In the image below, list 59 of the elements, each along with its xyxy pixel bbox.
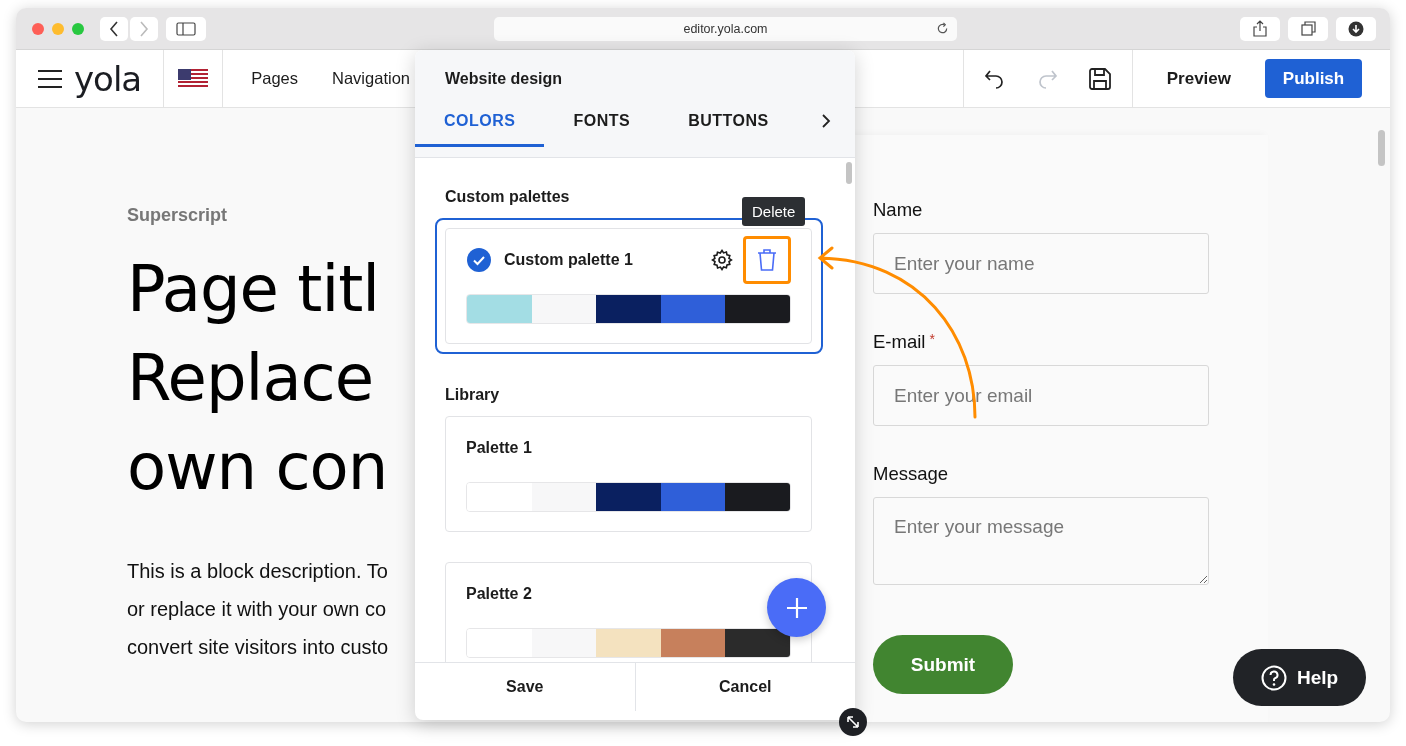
palette-card[interactable]: Custom palette 1 xyxy=(445,228,812,344)
nav-link[interactable]: Pages xyxy=(251,69,298,88)
chevron-right-icon[interactable] xyxy=(821,114,831,128)
help-icon xyxy=(1260,664,1287,691)
help-button[interactable]: Help xyxy=(1233,649,1366,706)
description-text: This is a block description. To xyxy=(127,559,388,584)
publish-button[interactable]: Publish xyxy=(1265,59,1362,98)
nav-link[interactable]: Navigation xyxy=(332,69,410,88)
settings-icon xyxy=(710,248,734,272)
palette-card[interactable]: Palette 1 xyxy=(445,416,812,532)
plus-icon xyxy=(785,596,808,619)
flag-icon[interactable] xyxy=(178,68,209,89)
palette-name: Palette 2 xyxy=(466,585,532,603)
tab[interactable]: COLORS xyxy=(415,112,545,147)
preview-button[interactable]: Preview xyxy=(1160,67,1237,90)
trash-icon xyxy=(756,248,778,272)
chevron-left-icon xyxy=(109,20,119,37)
download-button[interactable] xyxy=(1336,16,1376,41)
share-icon xyxy=(1253,20,1267,37)
menu-icon[interactable] xyxy=(38,69,62,88)
logo: yola xyxy=(74,58,142,99)
field-label: Name xyxy=(873,199,923,220)
message-field[interactable]: Enter your message xyxy=(873,497,1209,585)
scrollbar[interactable] xyxy=(1378,130,1385,166)
tooltip: Delete xyxy=(742,197,806,226)
page-title: Page titl xyxy=(127,251,380,328)
page-title: Replace xyxy=(127,340,374,417)
scrollbar[interactable] xyxy=(846,162,852,184)
download-icon xyxy=(1348,20,1364,37)
footer-button[interactable]: Cancel xyxy=(634,663,855,711)
tab[interactable]: FONTS xyxy=(544,112,660,147)
description-text: or replace it with your own co xyxy=(127,597,386,622)
reload-icon[interactable] xyxy=(936,21,949,35)
address-field[interactable]: editor.yola.com xyxy=(494,16,957,41)
section-title: Library xyxy=(445,386,501,404)
sidebar-icon xyxy=(176,21,196,36)
submit-button[interactable]: Submit xyxy=(873,635,1013,694)
page-title: own con xyxy=(127,429,388,506)
palette-name: Palette 1 xyxy=(466,439,532,457)
section-title: Custom palettes xyxy=(445,188,571,206)
delete-button[interactable] xyxy=(743,236,791,284)
field-label: Message xyxy=(873,463,949,484)
superscript: Superscript xyxy=(127,205,228,226)
back-button[interactable] xyxy=(100,16,128,41)
palette-card[interactable]: Palette 2 xyxy=(445,562,812,662)
tab[interactable]: BUTTONS xyxy=(659,112,798,147)
save-icon xyxy=(1087,66,1112,91)
share-button[interactable] xyxy=(1240,16,1280,41)
chevron-right-icon xyxy=(139,20,149,37)
panel-title: Website design xyxy=(445,70,564,88)
sidebar-button[interactable] xyxy=(166,16,206,41)
tabs-icon xyxy=(1300,21,1316,36)
description-text: convert site visitors into custo xyxy=(127,635,389,660)
palette-name: Custom palette 1 xyxy=(504,251,633,269)
field-label: E-mail xyxy=(873,331,926,352)
required-mark: * xyxy=(929,331,935,347)
tabs-button[interactable] xyxy=(1288,16,1328,41)
resize-handle[interactable] xyxy=(839,708,867,736)
input-field[interactable]: Enter your name xyxy=(873,233,1209,294)
